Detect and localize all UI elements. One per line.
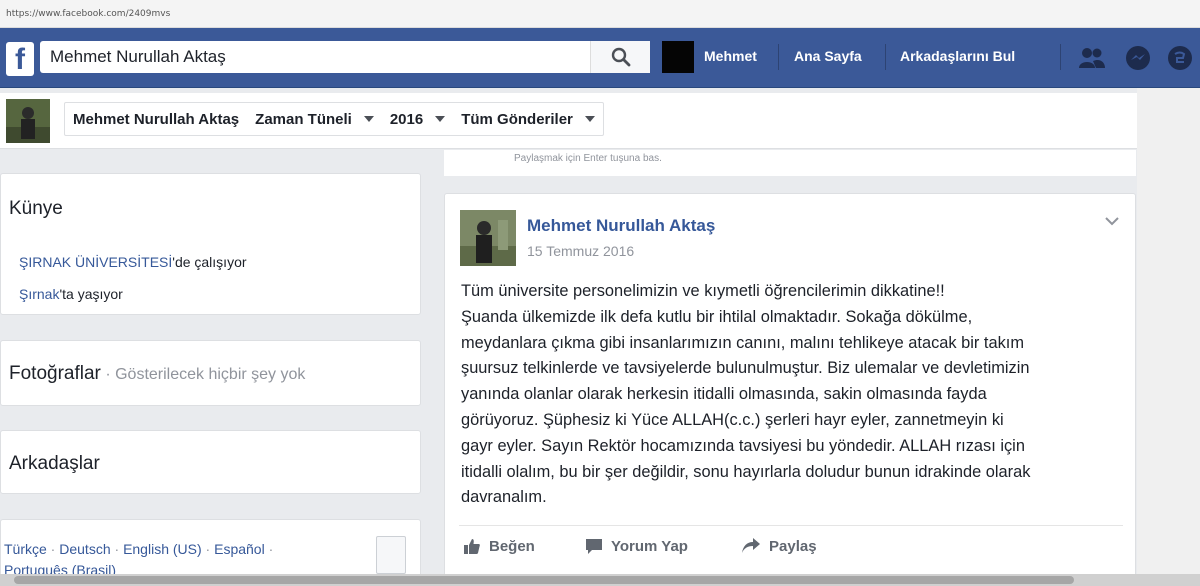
right-gutter	[1137, 88, 1200, 574]
lives-link[interactable]: Şırnak	[19, 286, 59, 302]
profile-photo	[6, 99, 50, 143]
post-card: Mehmet Nurullah Aktaş 15 Temmuz 2016 Tüm…	[444, 193, 1136, 586]
language-link[interactable]: English (US)	[123, 541, 202, 557]
post-line: itidalli olalım, bu bir şer değildir, so…	[461, 462, 1031, 481]
post-line: davranalım.	[461, 488, 547, 507]
timeline-name-label: Mehmet Nurullah Aktaş	[73, 110, 240, 128]
timeline-navigation: Mehmet Nurullah Aktaş Zaman Tüneli 2016 …	[0, 93, 1137, 149]
post-divider	[459, 525, 1123, 526]
photos-title-row: Fotoğraflar · Gösterilecek hiçbir şey yo…	[9, 363, 305, 385]
intro-title: Künye	[9, 198, 63, 219]
share-arrow-icon	[742, 538, 760, 553]
nav-find-friends-link[interactable]: Arkadaşlarını Bul	[900, 48, 1015, 64]
post-line: yanında olanlar olarak herkesin itidalli…	[461, 385, 987, 404]
messages-button[interactable]	[1124, 44, 1152, 72]
messenger-icon	[1126, 46, 1150, 70]
friends-title[interactable]: Arkadaşlar	[9, 453, 100, 475]
chevron-down-icon	[1105, 217, 1119, 226]
language-link[interactable]: Español	[214, 541, 265, 557]
like-label: Beğen	[489, 537, 535, 555]
timeline-menu: Mehmet Nurullah Aktaş Zaman Tüneli 2016 …	[64, 102, 604, 136]
nav-divider	[778, 44, 779, 70]
photos-empty-text: Gösterilecek hiçbir şey yok	[115, 366, 306, 383]
caret-down-icon	[584, 116, 595, 122]
friend-requests-icon	[1079, 48, 1105, 68]
work-suffix: 'de çalışıyor	[172, 254, 247, 270]
post-text: Tüm üniversite personelimizin ve kıymetl…	[461, 279, 1125, 511]
photos-separator: ·	[100, 366, 116, 383]
comment-button[interactable]: Yorum Yap	[585, 537, 688, 555]
post-line: gayr eyler. Sayın Rektör hocamızında tav…	[461, 436, 1025, 455]
posts-filter-dropdown[interactable]: Tüm Gönderiler	[453, 103, 603, 135]
work-info: ŞIRNAK ÜNİVERSİTESİ'de çalışıyor	[19, 254, 247, 270]
photos-title[interactable]: Fotoğraflar	[9, 363, 101, 384]
post-line: Şuanda ülkemizde ilk defa kutlu bir ihti…	[461, 307, 973, 326]
year-dropdown-label: 2016	[389, 110, 424, 128]
search-input[interactable]	[40, 41, 590, 73]
caret-down-icon	[435, 116, 446, 122]
like-button[interactable]: Beğen	[463, 537, 535, 555]
post-line: görüyoruz. Şüphesiz ki Yüce ALLAH(c.c.) …	[461, 410, 1004, 429]
post-author-name[interactable]: Mehmet Nurullah Aktaş	[527, 216, 715, 236]
photos-card: Fotoğraflar · Gösterilecek hiçbir şey yo…	[0, 340, 421, 406]
language-link[interactable]: Deutsch	[59, 541, 110, 557]
add-language-button[interactable]	[376, 536, 406, 574]
timeline-avatar[interactable]	[6, 99, 50, 143]
thumbs-up-icon	[464, 539, 480, 554]
language-link[interactable]: Türkçe	[4, 541, 47, 557]
nav-divider	[1060, 44, 1061, 70]
work-link[interactable]: ŞIRNAK ÜNİVERSİTESİ	[19, 254, 172, 270]
post-options-button[interactable]	[1103, 212, 1121, 230]
search-box[interactable]	[40, 41, 650, 73]
nav-divider	[885, 44, 886, 70]
horizontal-scrollbar[interactable]	[0, 574, 1200, 586]
post-line: şuursuz telkinlerde ve tavsiyelerde bulu…	[461, 359, 1030, 378]
browser-address-bar[interactable]: https://www.facebook.com/2409mvs	[0, 0, 1200, 28]
lives-suffix: 'ta yaşıyor	[59, 286, 123, 302]
timeline-dropdown-label: Zaman Tüneli	[255, 110, 352, 128]
search-icon	[611, 47, 630, 67]
nav-home-link[interactable]: Ana Sayfa	[794, 48, 862, 64]
lives-info: Şırnak'ta yaşıyor	[19, 286, 123, 302]
posts-filter-label: Tüm Gönderiler	[461, 110, 573, 128]
post-line: meydanlara çıkma gibi insanlarımızın can…	[461, 333, 1024, 352]
comment-icon	[586, 539, 602, 554]
timeline-name-link[interactable]: Mehmet Nurullah Aktaş	[65, 103, 247, 135]
intro-card: Künye ŞIRNAK ÜNİVERSİTESİ'de çalışıyor Ş…	[0, 173, 421, 315]
caret-down-icon	[363, 116, 374, 122]
notifications-button[interactable]	[1166, 44, 1194, 72]
share-button[interactable]: Paylaş	[741, 537, 817, 555]
browser-url[interactable]: https://www.facebook.com/2409mvs	[6, 9, 170, 19]
composer-hint-bar: Paylaşmak için Enter tuşuna bas.	[444, 150, 1136, 176]
share-label: Paylaş	[769, 537, 817, 555]
year-dropdown[interactable]: 2016	[382, 103, 453, 135]
comment-label: Yorum Yap	[611, 537, 688, 555]
scrollbar-thumb[interactable]	[14, 576, 1074, 584]
post-timestamp[interactable]: 15 Temmuz 2016	[527, 243, 634, 259]
nav-profile-link[interactable]: Mehmet	[704, 48, 757, 64]
search-button[interactable]	[590, 41, 650, 73]
post-line: Tüm üniversite personelimizin ve kıymetl…	[461, 282, 945, 300]
profile-avatar[interactable]	[662, 41, 694, 73]
profile-photo	[460, 210, 516, 266]
friends-card: Arkadaşlar	[0, 430, 421, 494]
globe-icon	[1168, 46, 1192, 70]
composer-hint-text: Paylaşmak için Enter tuşuna bas.	[514, 153, 662, 164]
friend-requests-button[interactable]	[1078, 44, 1106, 72]
timeline-dropdown[interactable]: Zaman Tüneli	[247, 103, 382, 135]
post-author-avatar[interactable]	[460, 210, 516, 266]
top-navigation-bar: f Mehmet Ana Sayfa Arkadaşlarını Bul	[0, 28, 1200, 88]
facebook-logo[interactable]: f	[6, 42, 34, 76]
